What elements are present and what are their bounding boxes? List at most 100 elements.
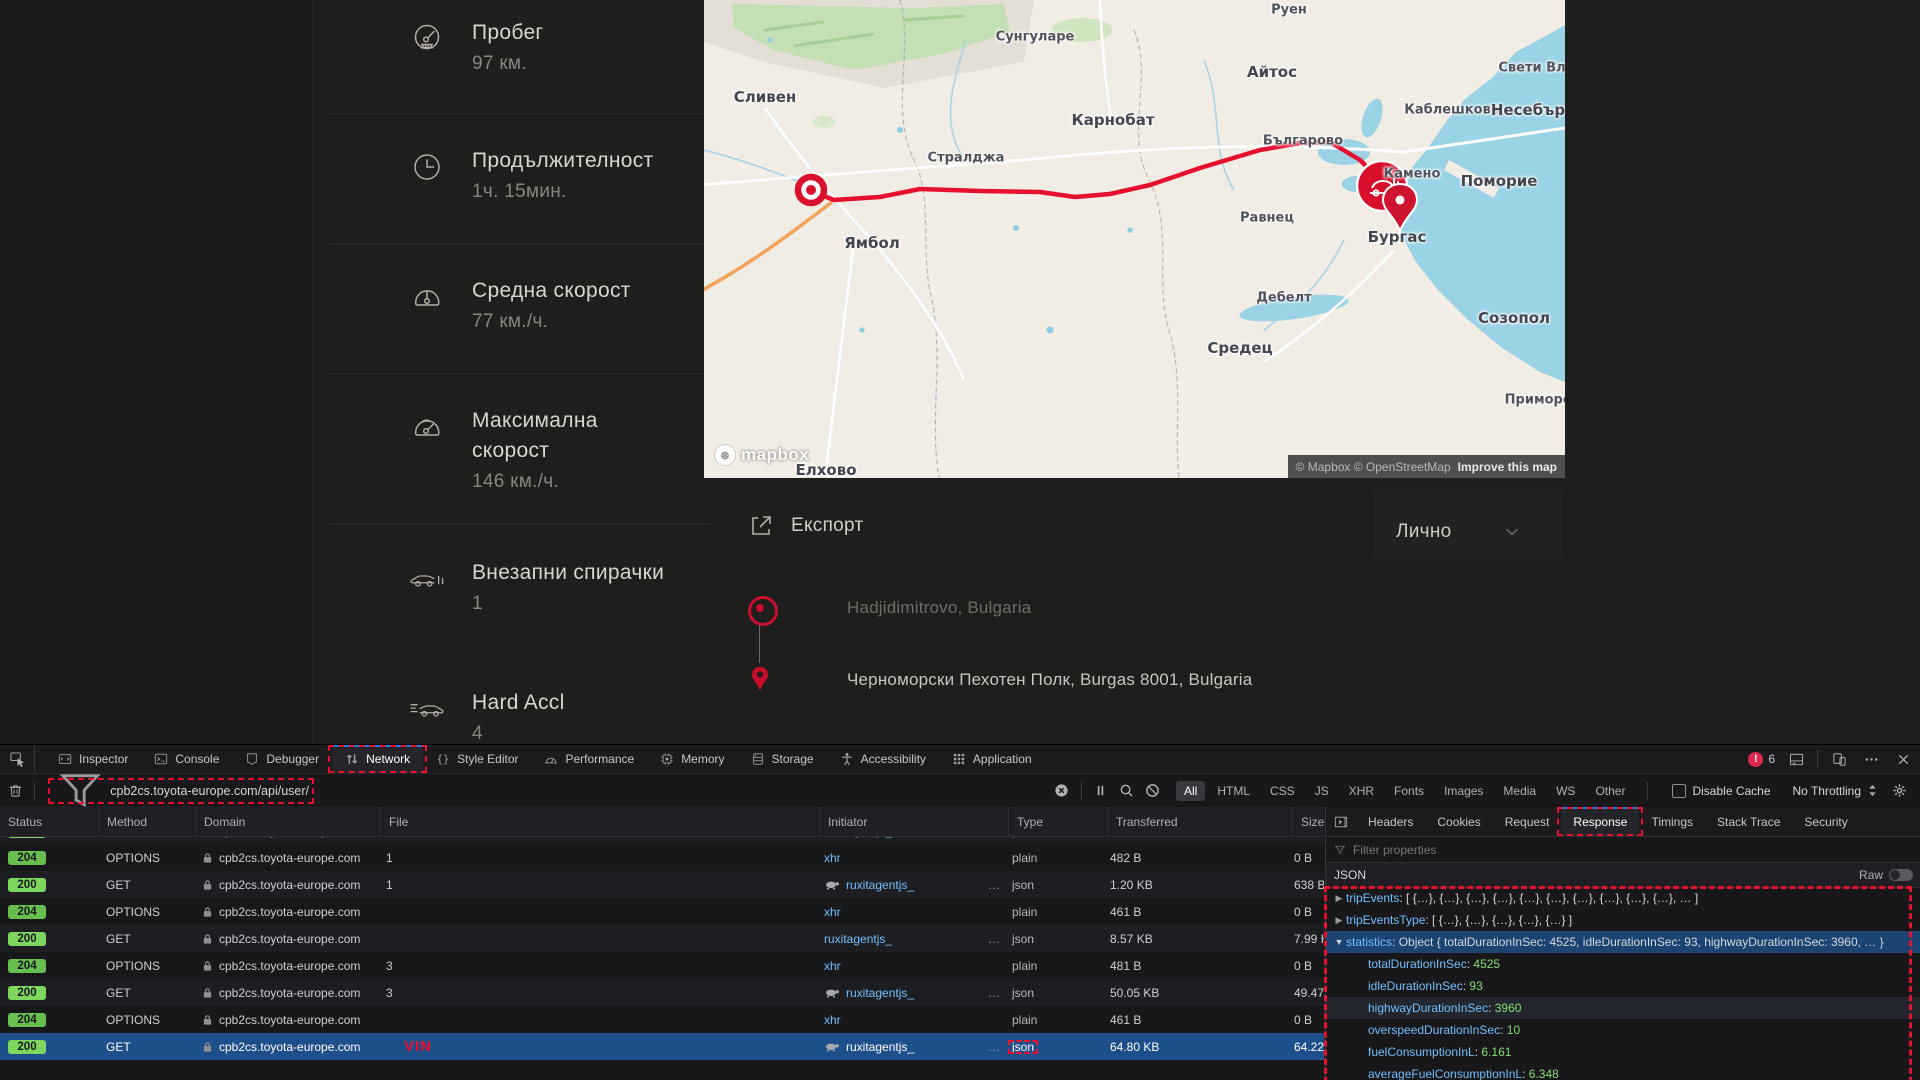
- network-request-row[interactable]: 200GETcpb2cs.toyota-europe.comVINruxitag…: [0, 1033, 1324, 1060]
- network-request-row[interactable]: 204OPTIONScpb2cs.toyota-europe.com1xhrpl…: [0, 844, 1324, 871]
- search-button[interactable]: [1116, 780, 1138, 802]
- filter-pill-images[interactable]: Images: [1436, 781, 1491, 801]
- details-tab-headers[interactable]: Headers: [1356, 807, 1425, 836]
- network-request-row[interactable]: 200GETcpb2cs.toyota-europe.com1ruxitagen…: [0, 871, 1324, 898]
- trip-stat-item: Hard Accl4: [408, 688, 732, 748]
- details-panel-icon[interactable]: [1326, 807, 1356, 836]
- chevron-collapsed-icon[interactable]: ▶: [1332, 915, 1346, 926]
- map-city-label: Равнец: [1240, 211, 1294, 226]
- error-badge[interactable]: ! 6: [1748, 752, 1775, 767]
- meatball-menu-button[interactable]: [1860, 748, 1882, 770]
- details-tab-request[interactable]: Request: [1493, 807, 1562, 836]
- initiator-link[interactable]: xhr: [824, 851, 841, 865]
- json-tree-row[interactable]: ▼statistics: Object { totalDurationInSec…: [1326, 931, 1920, 953]
- clear-requests-button[interactable]: [4, 780, 26, 802]
- network-settings-gear-icon[interactable]: [1888, 780, 1910, 802]
- throttling-select[interactable]: No Throttling: [1793, 784, 1878, 798]
- tab-performance[interactable]: Performance: [531, 745, 647, 773]
- chevron-collapsed-icon[interactable]: ▶: [1332, 893, 1346, 904]
- chevron-expanded-icon[interactable]: ▼: [1332, 937, 1346, 947]
- network-request-row[interactable]: 204OPTIONScpb2cs.toyota-europe.comxhrpla…: [0, 1006, 1324, 1033]
- initiator-link[interactable]: ruxitagentjs_: [846, 986, 914, 1000]
- initiator-link[interactable]: ruxitagentjs_: [846, 1040, 914, 1054]
- column-header-file[interactable]: File: [380, 807, 819, 836]
- json-tree-row[interactable]: averageFuelConsumptionInL: 6.348: [1326, 1063, 1920, 1080]
- improve-map-link[interactable]: Improve this map: [1458, 460, 1557, 474]
- initiator-link[interactable]: xhr: [824, 959, 841, 973]
- json-tree-row[interactable]: overspeedDurationInSec: 10: [1326, 1019, 1920, 1041]
- filter-pill-ws[interactable]: WS: [1548, 781, 1583, 801]
- block-request-button[interactable]: [1142, 780, 1164, 802]
- transferred-cell: 1.20 KB: [1102, 871, 1286, 898]
- column-header-domain[interactable]: Domain: [195, 807, 380, 836]
- column-header-type[interactable]: Type: [1008, 807, 1107, 836]
- mapbox-logo[interactable]: ⊛ mapbox: [714, 444, 809, 466]
- pause-traffic-button[interactable]: [1090, 780, 1112, 802]
- tab-storage[interactable]: Storage: [738, 745, 827, 773]
- map-copyright[interactable]: © Mapbox © OpenStreetMap: [1296, 460, 1451, 474]
- initiator-link[interactable]: ruxitagentjs_: [824, 932, 892, 946]
- network-request-row[interactable]: 204OPTIONScpb2cs.toyota-europe.comxhrpla…: [0, 898, 1324, 925]
- json-tree-row[interactable]: highwayDurationInSec: 3960: [1326, 997, 1920, 1019]
- network-request-row[interactable]: 200GETcpb2cs.toyota-europe.com3ruxitagen…: [0, 979, 1324, 1006]
- column-header-size[interactable]: Size: [1292, 807, 1324, 836]
- disable-cache-checkbox[interactable]: Disable Cache: [1672, 784, 1770, 798]
- initiator-link[interactable]: ruxitagentjs_: [824, 837, 892, 838]
- network-request-row[interactable]: 200GETcpb2cs.toyota-europe.comruxitagent…: [0, 837, 1324, 844]
- json-tree-row[interactable]: fuelConsumptionInL: 6.161: [1326, 1041, 1920, 1063]
- filter-pill-xhr[interactable]: XHR: [1341, 781, 1382, 801]
- pick-element-button[interactable]: [0, 745, 35, 773]
- column-header-method[interactable]: Method: [98, 807, 195, 836]
- trip-map[interactable]: СливенСунгулареРуенАйтосСвети ВлКаблешко…: [704, 0, 1565, 478]
- initiator-link[interactable]: xhr: [824, 1013, 841, 1027]
- trip-stat-value: 1ч. 15мин.: [472, 178, 732, 206]
- details-tab-timings[interactable]: Timings: [1639, 807, 1705, 836]
- tab-accessibility[interactable]: Accessibility: [827, 745, 939, 773]
- trip-stat-label: Максимална скорост: [472, 406, 732, 466]
- initiator-link[interactable]: ruxitagentjs_: [846, 878, 914, 892]
- column-header-initiator[interactable]: Initiator: [819, 807, 1008, 836]
- json-colon: :: [1467, 957, 1474, 971]
- json-tree-row[interactable]: idleDurationInSec: 93: [1326, 975, 1920, 997]
- column-header-transferred[interactable]: Transferred: [1107, 807, 1292, 836]
- tab-network[interactable]: Network: [332, 745, 423, 773]
- privacy-dropdown[interactable]: Лично: [1396, 521, 1520, 543]
- type-value: plain: [1012, 959, 1037, 973]
- filter-pill-js[interactable]: JS: [1307, 781, 1337, 801]
- tab-console[interactable]: Console: [141, 745, 232, 773]
- initiator-link[interactable]: xhr: [824, 905, 841, 919]
- responsive-mode-button[interactable]: [1828, 748, 1850, 770]
- json-tree-row[interactable]: ▶tripEventsType: [ {…}, {…}, {…}, {…}, {…: [1326, 909, 1920, 931]
- details-tab-cookies[interactable]: Cookies: [1425, 807, 1492, 836]
- json-tree-row[interactable]: totalDurationInSec: 4525: [1326, 953, 1920, 975]
- raw-toggle[interactable]: Raw: [1859, 868, 1913, 882]
- filter-pill-all[interactable]: All: [1176, 781, 1205, 801]
- column-header-status[interactable]: Status: [0, 807, 98, 836]
- export-button[interactable]: Експорт: [749, 514, 864, 538]
- filter-urls-input[interactable]: cpb2cs.toyota-europe.com/api/user/: [53, 779, 309, 803]
- network-request-row[interactable]: 200GETcpb2cs.toyota-europe.comruxitagent…: [0, 925, 1324, 952]
- json-tree-row[interactable]: ▶tripEvents: [ {…}, {…}, {…}, {…}, {…}, …: [1326, 887, 1920, 909]
- tab-memory[interactable]: Memory: [647, 745, 737, 773]
- trip-stat-text: Пробег97 км.: [472, 18, 732, 78]
- filter-pill-fonts[interactable]: Fonts: [1386, 781, 1432, 801]
- filter-pill-css[interactable]: CSS: [1262, 781, 1303, 801]
- tab-debugger[interactable]: Debugger: [232, 745, 332, 773]
- raw-toggle-switch[interactable]: [1889, 869, 1913, 881]
- close-devtools-button[interactable]: [1892, 748, 1914, 770]
- json-colon: :: [1522, 1067, 1529, 1080]
- filter-pill-media[interactable]: Media: [1495, 781, 1544, 801]
- tab-style-editor[interactable]: {}Style Editor: [423, 745, 531, 773]
- filter-pill-html[interactable]: HTML: [1209, 781, 1258, 801]
- split-console-button[interactable]: [1785, 748, 1807, 770]
- details-tab-stack-trace[interactable]: Stack Trace: [1705, 807, 1792, 836]
- details-tab-security[interactable]: Security: [1792, 807, 1859, 836]
- filter-pill-other[interactable]: Other: [1587, 781, 1633, 801]
- details-tab-response[interactable]: Response: [1561, 807, 1639, 836]
- tab-application[interactable]: Application: [939, 745, 1045, 773]
- network-request-row[interactable]: 204OPTIONScpb2cs.toyota-europe.com3xhrpl…: [0, 952, 1324, 979]
- initiator-cell: xhr: [816, 952, 1004, 979]
- clear-filter-button[interactable]: [1051, 780, 1073, 802]
- filter-properties-input[interactable]: Filter properties: [1326, 837, 1920, 863]
- tab-label: Performance: [565, 752, 634, 766]
